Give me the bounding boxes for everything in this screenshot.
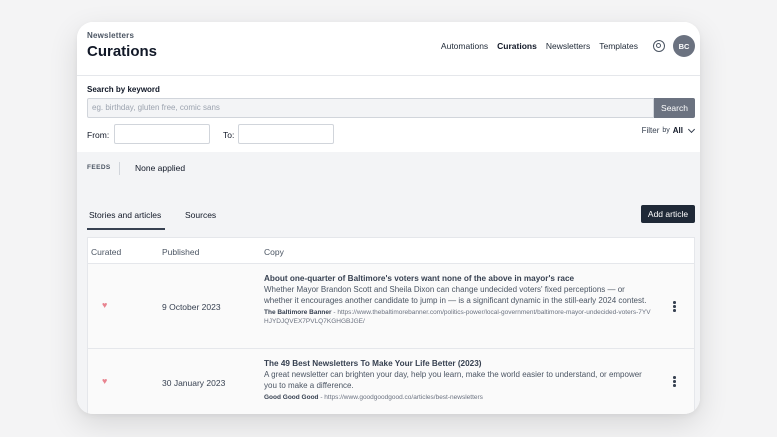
column-published: Published xyxy=(162,247,200,257)
feeds-label: FEEDS xyxy=(87,164,111,171)
article-copy: The 49 Best Newsletters To Make Your Lif… xyxy=(264,358,654,403)
top-nav: Automations Curations Newsletters Templa… xyxy=(441,41,638,51)
filter-label: Filter xyxy=(641,126,660,135)
active-tab-indicator xyxy=(87,228,165,230)
article-copy: About one-quarter of Baltimore's voters … xyxy=(264,273,654,326)
column-copy: Copy xyxy=(264,247,284,257)
filter-dropdown[interactable]: Filter by All xyxy=(641,125,696,135)
table-row[interactable]: ♥ 9 October 2023 About one-quarter of Ba… xyxy=(88,264,694,349)
filter-by: by xyxy=(662,127,670,134)
search-label: Search by keyword xyxy=(87,85,160,94)
content-area: FEEDS None applied Stories and articles … xyxy=(77,152,700,414)
nav-curations[interactable]: Curations xyxy=(497,41,537,51)
heart-icon[interactable]: ♥ xyxy=(102,301,111,310)
nav-automations[interactable]: Automations xyxy=(441,41,488,51)
tab-stories-and-articles[interactable]: Stories and articles xyxy=(89,210,161,220)
filter-value: All xyxy=(672,126,683,135)
article-source: The Baltimore Banner - https://www.theba… xyxy=(264,309,654,326)
published-date: 30 January 2023 xyxy=(162,378,226,388)
source-url[interactable]: - https://www.goodgoodgood.co/articles/b… xyxy=(319,394,483,401)
source-name: Good Good Good xyxy=(264,394,319,401)
heart-icon[interactable]: ♥ xyxy=(102,377,111,386)
search-button[interactable]: Search xyxy=(654,98,695,118)
article-source: Good Good Good - https://www.goodgoodgoo… xyxy=(264,394,654,403)
article-description: A great newsletter can brighten your day… xyxy=(264,370,642,390)
page-title: Curations xyxy=(87,43,158,60)
table-header: Curated Published Copy xyxy=(88,238,694,264)
page-header: Newsletters Curations Automations Curati… xyxy=(77,22,700,76)
from-date-input[interactable] xyxy=(114,124,210,144)
search-panel: Search by keyword eg. birthday, gluten f… xyxy=(77,76,700,152)
to-date-input[interactable] xyxy=(238,124,334,144)
tab-bar: Stories and articles Sources xyxy=(87,207,695,231)
from-label: From: xyxy=(87,130,110,140)
source-name: The Baltimore Banner xyxy=(264,309,332,316)
breadcrumb[interactable]: Newsletters xyxy=(87,31,134,40)
column-curated: Curated xyxy=(91,247,122,257)
add-article-button[interactable]: Add article xyxy=(641,205,695,223)
article-title[interactable]: About one-quarter of Baltimore's voters … xyxy=(264,273,654,284)
app-window: Newsletters Curations Automations Curati… xyxy=(77,22,700,414)
search-input[interactable]: eg. birthday, gluten free, comic sans xyxy=(87,98,654,118)
nav-templates[interactable]: Templates xyxy=(599,41,638,51)
feeds-value[interactable]: None applied xyxy=(135,163,185,173)
more-options-icon[interactable] xyxy=(673,301,676,313)
divider xyxy=(119,162,120,175)
articles-table: Curated Published Copy ♥ 9 October 2023 … xyxy=(87,237,695,414)
chevron-down-icon xyxy=(687,125,696,134)
avatar[interactable]: BC xyxy=(673,35,695,57)
article-title[interactable]: The 49 Best Newsletters To Make Your Lif… xyxy=(264,358,654,369)
article-description: Whether Mayor Brandon Scott and Sheila D… xyxy=(264,285,647,305)
tab-sources[interactable]: Sources xyxy=(185,210,216,220)
table-row[interactable]: ♥ 30 January 2023 The 49 Best Newsletter… xyxy=(88,349,694,414)
to-label: To: xyxy=(223,130,235,140)
nav-newsletters[interactable]: Newsletters xyxy=(546,41,590,51)
help-icon[interactable] xyxy=(653,40,665,52)
more-options-icon[interactable] xyxy=(673,376,676,388)
published-date: 9 October 2023 xyxy=(162,302,221,312)
